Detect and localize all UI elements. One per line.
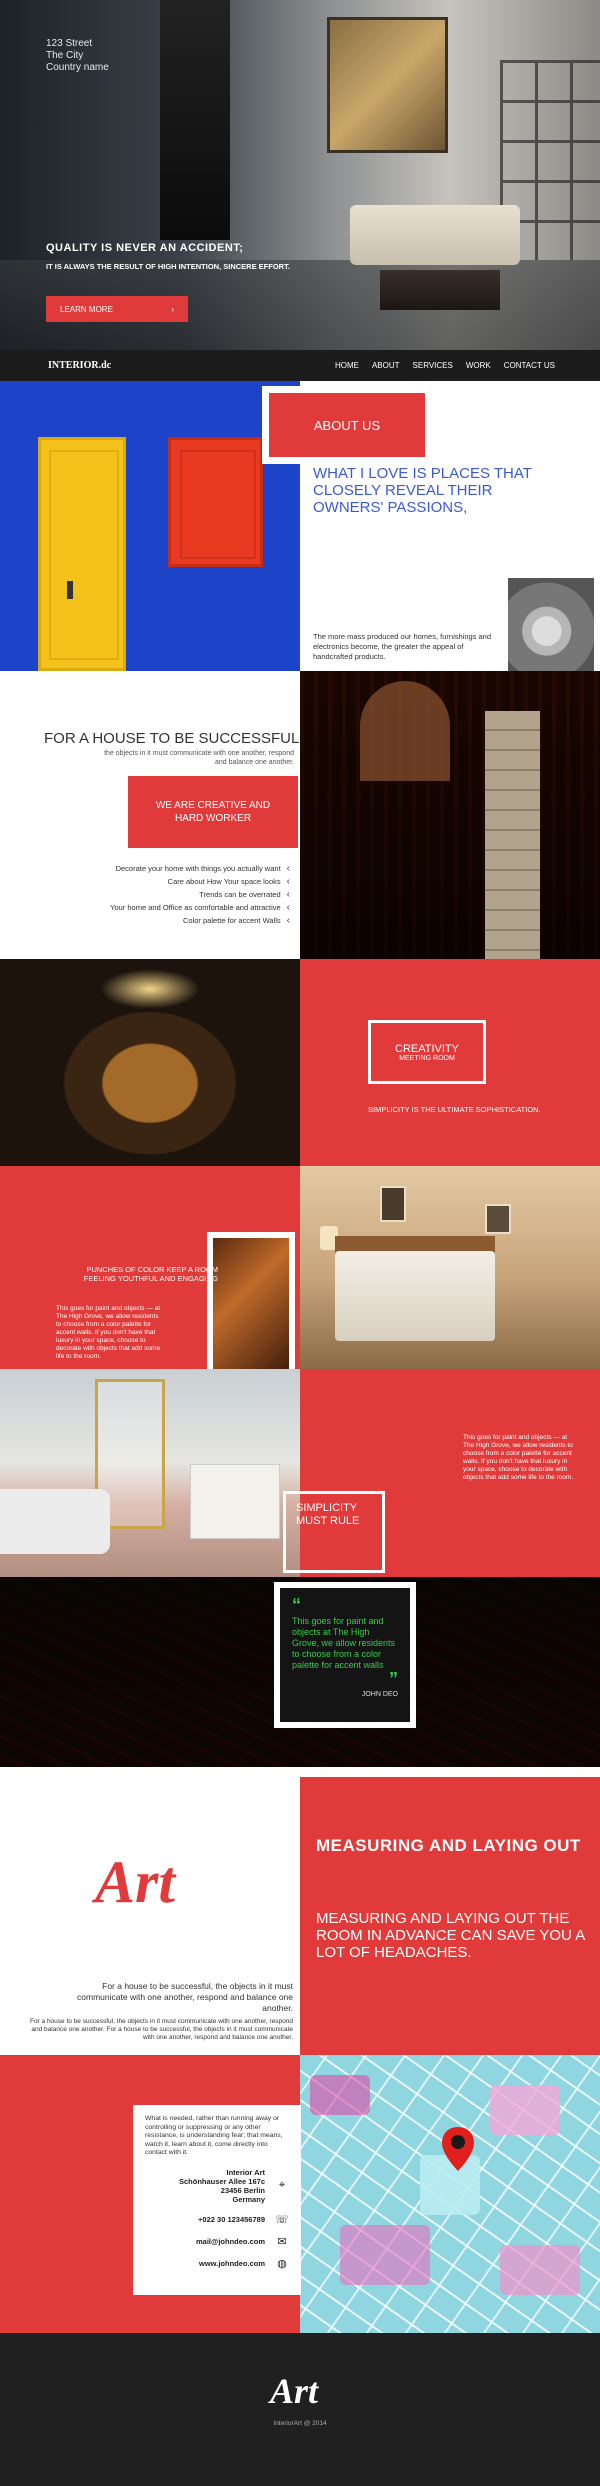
list-item-label: Care about How Your space looks <box>167 877 281 886</box>
list-item[interactable]: Color palette for accent Walls ‹ <box>50 914 290 927</box>
learn-more-button[interactable]: LEARN MORE › <box>46 296 188 322</box>
list-item[interactable]: Trends can be overrated ‹ <box>50 888 290 901</box>
punches-text: This goes for paint and objects — at The… <box>56 1305 161 1360</box>
quote-text: This goes for paint and objects at The H… <box>292 1616 396 1670</box>
hero-tagline: QUALITY IS NEVER AN ACCIDENT; <box>46 242 244 254</box>
testimonial-box: “ This goes for paint and objects at The… <box>274 1582 416 1728</box>
house-subtitle: the objects in it must communicate with … <box>104 750 294 766</box>
envelope-icon: ✉ <box>277 2235 287 2248</box>
email-address[interactable]: mail@johndeo.com <box>196 2237 265 2246</box>
wine-cellar-image <box>300 671 600 959</box>
nav-contact[interactable]: CONTACT US <box>504 361 555 370</box>
location-pin-icon: ⌖ <box>278 2179 286 2191</box>
list-item[interactable]: Care about How Your space looks ‹ <box>50 875 290 888</box>
address-line: Country name <box>46 62 109 73</box>
phone-number[interactable]: +022 30 123456789 <box>198 2215 265 2224</box>
list-item[interactable]: Your home and Office as comfortable and … <box>50 901 290 914</box>
email-row[interactable]: mail@johndeo.com ✉ <box>145 2235 289 2248</box>
address-line: Schönhauser Allee 167c <box>178 2176 265 2186</box>
contact-card: What is needed, rather than running away… <box>133 2105 301 2295</box>
measuring-text: MEASURING AND LAYING OUT THE ROOM IN ADV… <box>316 1910 585 1961</box>
hero-subtagline: IT IS ALWAYS THE RESULT OF HIGH INTENTIO… <box>46 262 290 271</box>
map-pin-icon[interactable] <box>440 2125 476 2173</box>
art-description: For a house to be successful, the object… <box>77 1981 293 2013</box>
quote-close-icon: ” <box>389 1669 398 1689</box>
creativity-title: CREATIVITY <box>395 1042 459 1055</box>
address-line: Interior Art <box>226 2167 265 2177</box>
house-title: FOR A HOUSE TO BE SUCCESSFUL <box>44 730 300 747</box>
map[interactable] <box>300 2055 600 2333</box>
hero-address: 123 Street The City Country name <box>46 38 109 74</box>
site-logo[interactable]: INTERIOR.dc <box>48 360 111 371</box>
learn-more-label: LEARN MORE <box>60 304 113 314</box>
address-line: Germany <box>232 2194 265 2204</box>
globe-icon: ◍ <box>277 2257 287 2270</box>
list-item[interactable]: Decorate your home with things you actua… <box>50 862 290 875</box>
punches-heading: PUNCHES OF COLOR KEEP A ROOM FEELING YOU… <box>83 1265 218 1283</box>
about-text: The more mass produced our homes, furnis… <box>313 632 492 661</box>
creative-box: WE ARE CREATIVE AND HARD WORKER <box>128 776 298 848</box>
art-description-small: For a house to be successful, the object… <box>29 2018 293 2041</box>
contact-intro: What is needed, rather than running away… <box>145 2115 283 2156</box>
living-room-photo <box>207 1232 295 1382</box>
list-item-label: Trends can be overrated <box>199 890 281 899</box>
chevron-left-icon: ‹ <box>286 902 290 913</box>
list-item-label: Your home and Office as comfortable and … <box>110 903 281 912</box>
address-line: 23456 Berlin <box>220 2185 265 2195</box>
creative-text: WE ARE CREATIVE AND HARD WORKER <box>155 800 271 824</box>
nav-home[interactable]: HOME <box>335 361 359 370</box>
feature-list: Decorate your home with things you actua… <box>50 862 290 927</box>
art-logo: Art <box>95 1849 176 1915</box>
creativity-subtitle: MEETING ROOM <box>399 1054 455 1062</box>
website-link[interactable]: www.johndeo.com <box>199 2259 265 2268</box>
doors-image <box>0 381 300 671</box>
phone-row[interactable]: +022 30 123456789 ☏ <box>145 2213 289 2226</box>
about-us-heading: ABOUT US <box>262 386 432 464</box>
chevron-right-icon: › <box>171 304 174 314</box>
nav-work[interactable]: WORK <box>466 361 491 370</box>
bath-text: This goes for paint and objects — at The… <box>463 1434 574 1481</box>
address-row: Interior Art Schönhauser Allee 167c 2345… <box>145 2168 289 2204</box>
boardroom-image <box>0 959 300 1166</box>
bedroom-image <box>300 1166 600 1369</box>
nav-about[interactable]: ABOUT <box>372 361 400 370</box>
quote-author: JOHN DEO <box>361 1691 398 1698</box>
list-item-label: Decorate your home with things you actua… <box>115 864 281 873</box>
nav-services[interactable]: SERVICES <box>413 361 453 370</box>
simplicity-note: SIMPLICITY IS THE ULTIMATE SOPHISTICATIO… <box>368 1105 541 1114</box>
address-line: 123 Street <box>46 38 93 49</box>
creativity-box: CREATIVITY MEETING ROOM <box>368 1020 486 1084</box>
chevron-left-icon: ‹ <box>286 915 290 926</box>
chevron-left-icon: ‹ <box>286 889 290 900</box>
address-line: The City <box>46 50 84 61</box>
phone-icon: ☏ <box>275 2213 289 2226</box>
web-row[interactable]: www.johndeo.com ◍ <box>145 2257 289 2270</box>
simplicity-box: SIMPLICITY MUST RULE <box>283 1491 385 1573</box>
chevron-left-icon: ‹ <box>286 863 290 874</box>
about-title: WHAT I LOVE IS PLACES THAT CLOSELY REVEA… <box>313 465 532 516</box>
quote-open-icon: “ <box>292 1595 301 1615</box>
footer-copyright: InteriorArt @ 2014 <box>273 2420 327 2427</box>
list-item-label: Color palette for accent Walls <box>182 916 281 925</box>
measuring-title: MEASURING AND LAYING OUT <box>316 1836 581 1855</box>
chevron-left-icon: ‹ <box>286 876 290 887</box>
bathroom-image <box>0 1369 300 1577</box>
page: 123 Street The City Country name QUALITY… <box>0 0 600 2486</box>
main-nav: INTERIOR.dc HOME ABOUT SERVICES WORK CON… <box>0 350 600 381</box>
footer-logo[interactable]: Art <box>270 2370 318 2412</box>
